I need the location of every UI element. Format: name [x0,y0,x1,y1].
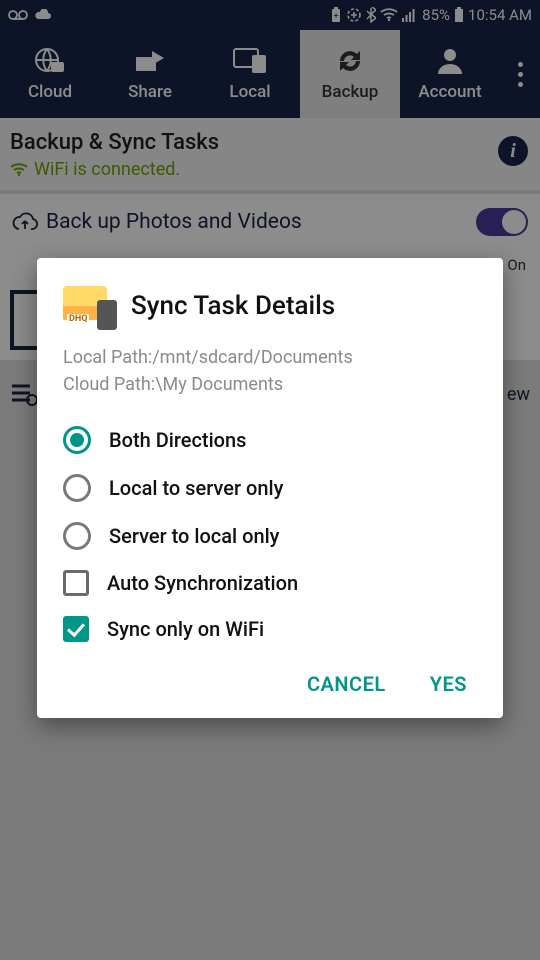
radio-local[interactable] [63,474,91,502]
option-both-directions[interactable]: Both Directions [63,416,477,464]
option-wifi-only[interactable]: Sync only on WiFi [63,606,477,652]
sync-folder-icon: DHQ [63,282,117,330]
local-path-text: Local Path:/mnt/sdcard/Documents [63,344,477,371]
dialog-title: Sync Task Details [131,291,335,321]
option-server-to-local[interactable]: Server to local only [63,512,477,560]
yes-button[interactable]: YES [430,672,467,696]
checkbox-auto[interactable] [63,570,89,596]
radio-server[interactable] [63,522,91,550]
option-auto-sync[interactable]: Auto Synchronization [63,560,477,606]
option-local-to-server[interactable]: Local to server only [63,464,477,512]
option-local-label: Local to server only [109,476,283,500]
sync-task-dialog: DHQ Sync Task Details Local Path:/mnt/sd… [37,258,503,718]
dialog-paths: Local Path:/mnt/sdcard/Documents Cloud P… [63,344,477,398]
option-wifi-label: Sync only on WiFi [107,617,264,641]
option-server-label: Server to local only [109,524,279,548]
radio-both[interactable] [63,426,91,454]
cancel-button[interactable]: CANCEL [307,672,386,696]
option-both-label: Both Directions [109,428,246,452]
checkbox-wifi[interactable] [63,616,89,642]
cloud-path-text: Cloud Path:\My Documents [63,371,477,398]
option-auto-label: Auto Synchronization [107,571,298,595]
